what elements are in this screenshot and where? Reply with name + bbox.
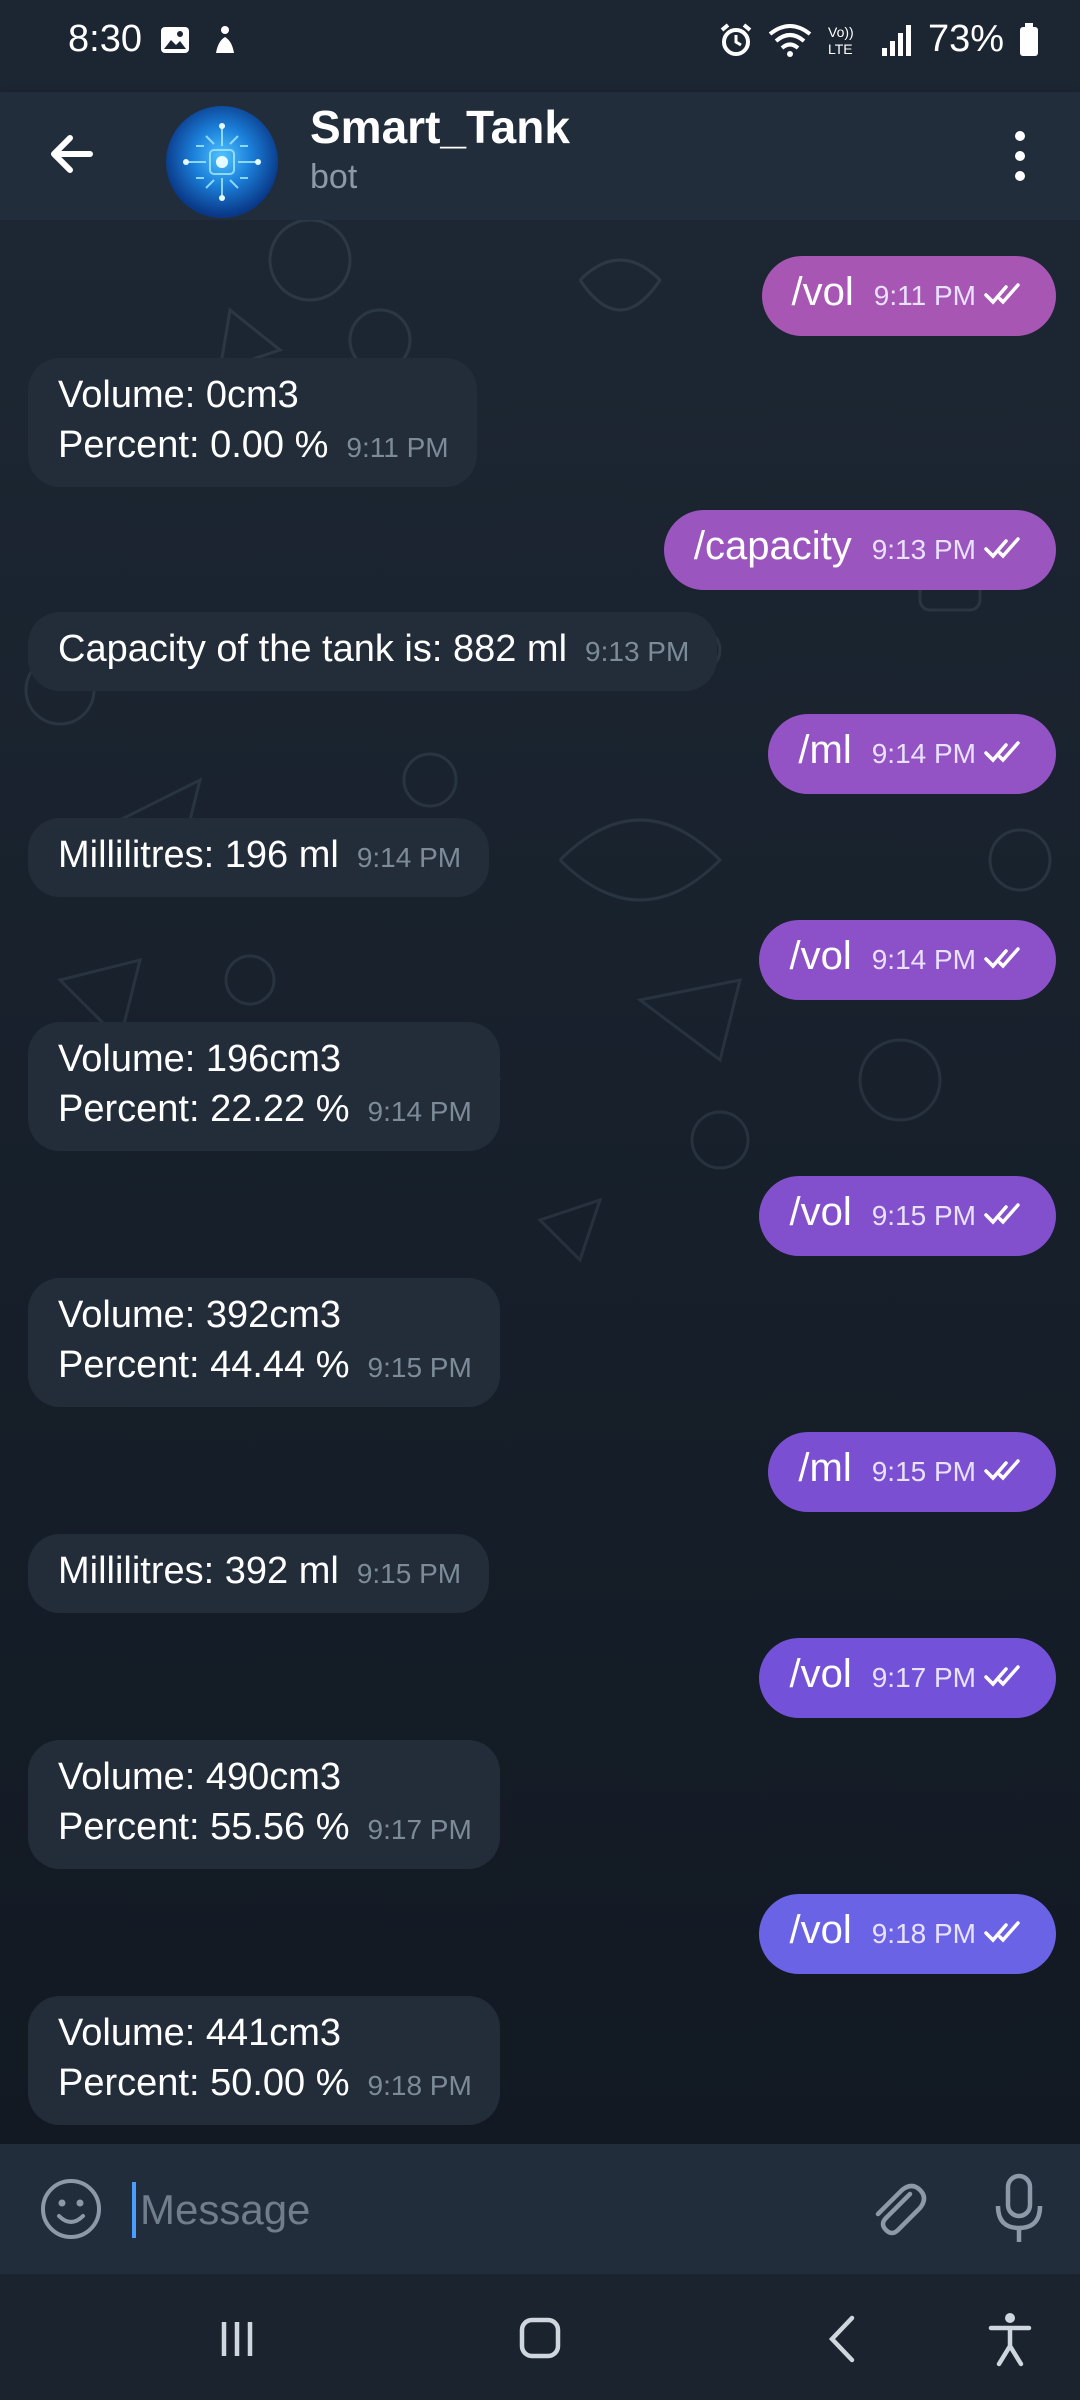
microphone-icon[interactable] <box>984 2172 1054 2246</box>
message-text: /ml <box>798 728 852 772</box>
incoming-message[interactable]: Volume: 392cm3 Percent: 44.44 % 9:15 PM <box>28 1278 500 1407</box>
message-time: 9:14 PM <box>367 1096 472 1127</box>
message-text: /vol <box>789 934 852 978</box>
message-time: 9:11 PM <box>346 432 449 463</box>
message-line: Percent: 44.44 % <box>58 1344 350 1386</box>
svg-text:Vo)): Vo)) <box>828 24 854 40</box>
message-input[interactable] <box>138 2174 822 2246</box>
message-line: Volume: 490cm3 <box>58 1756 342 1798</box>
message-line: Volume: 441cm3 <box>58 2012 342 2054</box>
message-line: Percent: 55.56 % <box>58 1806 350 1848</box>
accessibility-status-icon <box>215 25 234 53</box>
outgoing-message[interactable]: /ml 9:14 PM <box>768 714 1056 794</box>
battery-icon <box>1020 22 1038 56</box>
message-line: Millilitres: 392 ml <box>58 1550 339 1592</box>
status-time: 8:30 <box>68 18 142 60</box>
message-text: /capacity <box>693 524 852 568</box>
message-line: Volume: 0cm3 <box>58 374 299 416</box>
outgoing-message[interactable]: /vol 9:11 PM <box>761 256 1056 336</box>
message-time: 9:13 PM <box>585 636 690 667</box>
message-time: 9:18 PM <box>367 2070 472 2101</box>
system-navigation-bar <box>0 2274 1080 2400</box>
double-check-icon <box>984 283 1020 306</box>
attach-icon[interactable] <box>862 2174 932 2244</box>
message-time: 9:11 PM <box>873 280 976 311</box>
battery-percent: 73% <box>927 18 1004 60</box>
message-list[interactable]: /vol 9:11 PM Volume: 0cm3 Percent: 0.00 %… <box>0 220 1080 2144</box>
message-time: 9:15 PM <box>356 1558 462 1589</box>
message-time: 9:17 PM <box>367 1814 472 1845</box>
message-line: Percent: 50.00 % <box>58 2062 350 2104</box>
message-line: Volume: 392cm3 <box>58 1294 342 1336</box>
double-check-icon <box>984 1921 1020 1944</box>
message-time: 9:14 PM <box>871 944 976 975</box>
chat-header: Smart_Tank bot <box>0 92 1080 220</box>
message-time: 9:14 PM <box>871 738 976 769</box>
incoming-message[interactable]: Volume: 0cm3 Percent: 0.00 % 9:11 PM <box>28 358 477 487</box>
recent-apps-icon[interactable] <box>202 2304 272 2374</box>
message-time: 9:15 PM <box>367 1352 472 1383</box>
chat-title[interactable]: Smart_Tank <box>310 100 570 154</box>
message-line: Capacity of the tank is: 882 ml <box>58 628 568 670</box>
incoming-message[interactable]: Volume: 490cm3 Percent: 55.56 % 9:17 PM <box>28 1740 500 1869</box>
incoming-message[interactable]: Volume: 196cm3 Percent: 22.22 % 9:14 PM <box>28 1022 500 1151</box>
message-time: 9:17 PM <box>871 1662 976 1693</box>
message-time: 9:14 PM <box>356 842 462 873</box>
wifi-icon <box>768 23 812 57</box>
message-line: Percent: 0.00 % <box>58 424 329 466</box>
outgoing-message[interactable]: /ml 9:15 PM <box>768 1432 1056 1512</box>
signal-icon <box>881 24 911 56</box>
double-check-icon <box>984 741 1020 764</box>
more-options-icon[interactable] <box>1000 126 1040 186</box>
double-check-icon <box>984 537 1020 560</box>
circuit-icon <box>183 123 261 201</box>
back-nav-icon[interactable] <box>808 2304 878 2374</box>
outgoing-message[interactable]: /capacity 9:13 PM <box>663 510 1056 590</box>
emoji-icon[interactable] <box>38 2176 104 2242</box>
outgoing-message[interactable]: /vol 9:18 PM <box>759 1894 1056 1974</box>
status-bar: 8:30 Vo)) LTE 73% <box>0 0 1080 92</box>
outgoing-message[interactable]: /vol 9:17 PM <box>759 1638 1056 1718</box>
message-text: /vol <box>789 1190 852 1234</box>
text-caret <box>132 2182 136 2238</box>
accessibility-icon[interactable] <box>975 2304 1045 2374</box>
message-text: /ml <box>798 1446 852 1490</box>
double-check-icon <box>984 1459 1020 1482</box>
home-icon[interactable] <box>505 2304 575 2374</box>
message-text: /vol <box>789 1652 852 1696</box>
message-time: 9:18 PM <box>871 1918 976 1949</box>
message-line: Volume: 196cm3 <box>58 1038 342 1080</box>
double-check-icon <box>984 1203 1020 1226</box>
message-line: Millilitres: 196 ml <box>58 834 339 876</box>
incoming-message[interactable]: Capacity of the tank is: 882 ml 9:13 PM <box>28 612 718 691</box>
chat-subtitle: bot <box>310 158 358 196</box>
back-arrow-icon[interactable] <box>40 122 104 186</box>
message-line: Percent: 22.22 % <box>58 1088 350 1130</box>
message-time: 9:13 PM <box>871 534 976 565</box>
alarm-icon <box>720 22 752 56</box>
double-check-icon <box>984 1665 1020 1688</box>
volte-icon: Vo)) LTE <box>828 24 854 57</box>
outgoing-message[interactable]: /vol 9:15 PM <box>759 1176 1056 1256</box>
message-text: /vol <box>789 1908 852 1952</box>
incoming-message[interactable]: Millilitres: 196 ml 9:14 PM <box>28 818 490 897</box>
message-time: 9:15 PM <box>871 1456 976 1487</box>
double-check-icon <box>984 947 1020 970</box>
message-time: 9:15 PM <box>871 1200 976 1231</box>
message-composer <box>0 2144 1080 2274</box>
message-text: /vol <box>791 270 854 314</box>
svg-text:LTE: LTE <box>828 41 853 57</box>
outgoing-message[interactable]: /vol 9:14 PM <box>759 920 1056 1000</box>
incoming-message[interactable]: Millilitres: 392 ml 9:15 PM <box>28 1534 490 1613</box>
incoming-message[interactable]: Volume: 441cm3 Percent: 50.00 % 9:18 PM <box>28 1996 500 2125</box>
gallery-icon <box>160 26 189 53</box>
bot-avatar[interactable] <box>166 106 278 218</box>
